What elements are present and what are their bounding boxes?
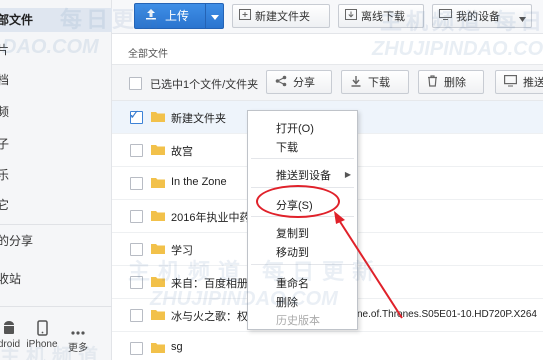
- annotation-arrow: [334, 211, 403, 319]
